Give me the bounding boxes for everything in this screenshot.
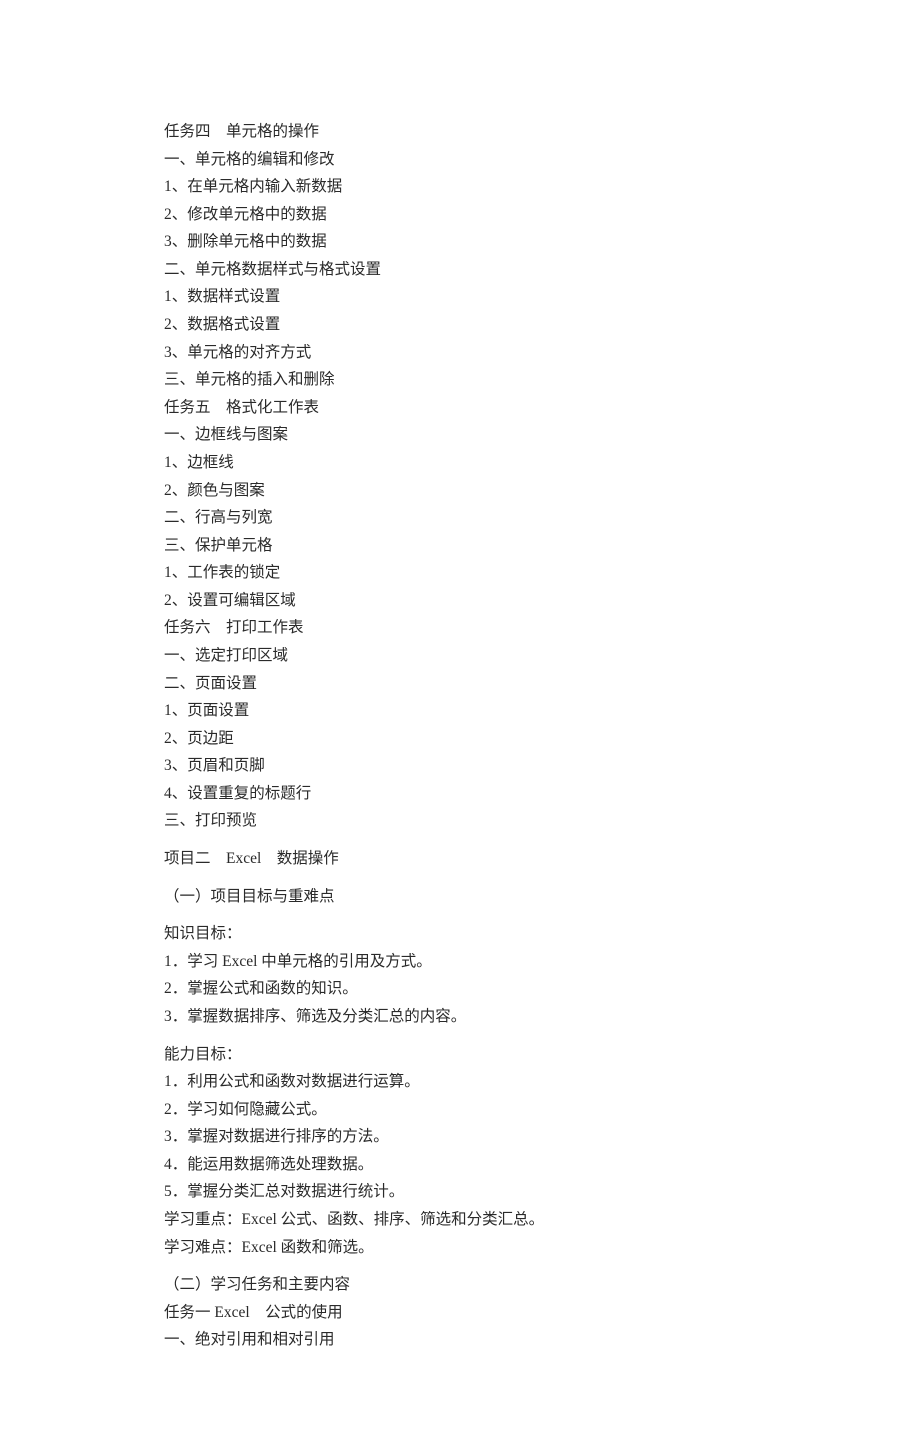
text-line: 一、边框线与图案 — [164, 421, 800, 449]
text-line: 1．学习 Excel 中单元格的引用及方式。 — [164, 948, 800, 976]
text-line: 项目二 Excel 数据操作 — [164, 845, 800, 873]
text-line: 二、页面设置 — [164, 670, 800, 698]
text-line: 4、设置重复的标题行 — [164, 780, 800, 808]
text-line: 学习难点：Excel 函数和筛选。 — [164, 1234, 800, 1262]
text-line: 知识目标： — [164, 920, 800, 948]
text-line: 一、单元格的编辑和修改 — [164, 146, 800, 174]
text-line: 2．学习如何隐藏公式。 — [164, 1096, 800, 1124]
text-line: 2、颜色与图案 — [164, 477, 800, 505]
text-line: 2、设置可编辑区域 — [164, 587, 800, 615]
text-line: 一、绝对引用和相对引用 — [164, 1326, 800, 1354]
text-line: （二）学习任务和主要内容 — [164, 1271, 800, 1299]
text-line: 三、打印预览 — [164, 807, 800, 835]
text-line: 三、单元格的插入和删除 — [164, 366, 800, 394]
text-line: 2．掌握公式和函数的知识。 — [164, 975, 800, 1003]
text-line: 任务六 打印工作表 — [164, 614, 800, 642]
text-line: 任务四 单元格的操作 — [164, 118, 800, 146]
text-line: 1．利用公式和函数对数据进行运算。 — [164, 1068, 800, 1096]
text-line: 4．能运用数据筛选处理数据。 — [164, 1151, 800, 1179]
text-line: 二、单元格数据样式与格式设置 — [164, 256, 800, 284]
text-line: （一）项目目标与重难点 — [164, 883, 800, 911]
text-line: 3、单元格的对齐方式 — [164, 339, 800, 367]
text-line: 二、行高与列宽 — [164, 504, 800, 532]
text-line: 1、工作表的锁定 — [164, 559, 800, 587]
text-line: 1、边框线 — [164, 449, 800, 477]
text-line: 2、页边距 — [164, 725, 800, 753]
text-line: 能力目标： — [164, 1041, 800, 1069]
text-line: 1、在单元格内输入新数据 — [164, 173, 800, 201]
text-line: 1、数据样式设置 — [164, 283, 800, 311]
text-line: 任务五 格式化工作表 — [164, 394, 800, 422]
text-line: 3．掌握数据排序、筛选及分类汇总的内容。 — [164, 1003, 800, 1031]
text-line: 5．掌握分类汇总对数据进行统计。 — [164, 1178, 800, 1206]
text-line: 三、保护单元格 — [164, 532, 800, 560]
document-page: 任务四 单元格的操作一、单元格的编辑和修改1、在单元格内输入新数据2、修改单元格… — [0, 0, 920, 1434]
text-line: 3、删除单元格中的数据 — [164, 228, 800, 256]
text-line: 2、数据格式设置 — [164, 311, 800, 339]
text-line: 3．掌握对数据进行排序的方法。 — [164, 1123, 800, 1151]
text-line: 3、页眉和页脚 — [164, 752, 800, 780]
text-line: 2、修改单元格中的数据 — [164, 201, 800, 229]
text-line: 学习重点：Excel 公式、函数、排序、筛选和分类汇总。 — [164, 1206, 800, 1234]
text-line: 一、选定打印区域 — [164, 642, 800, 670]
text-line: 1、页面设置 — [164, 697, 800, 725]
